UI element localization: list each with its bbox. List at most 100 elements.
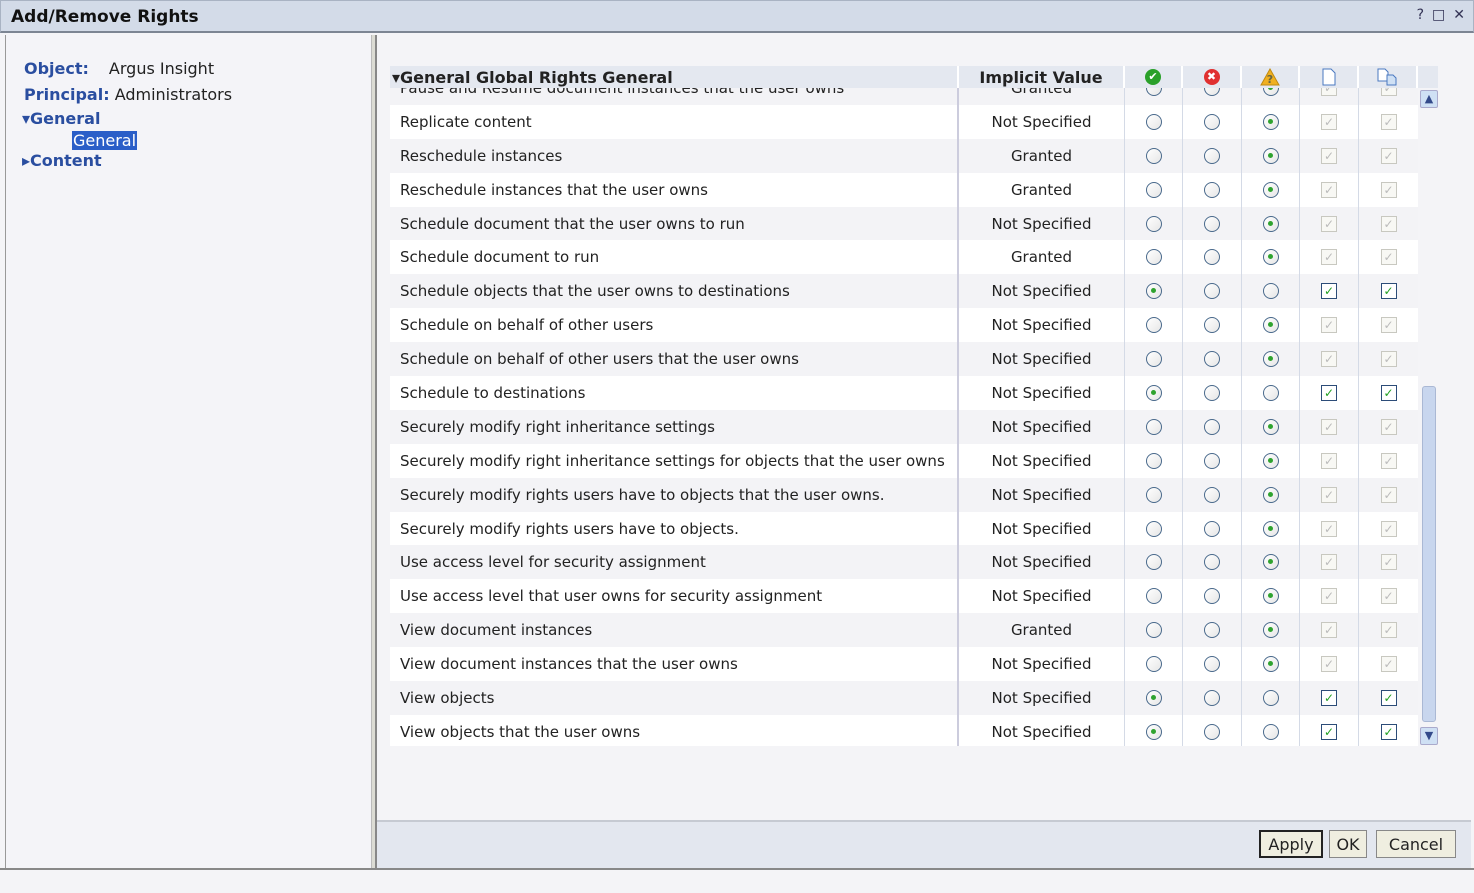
granted-radio[interactable] <box>1145 215 1162 232</box>
granted-radio[interactable] <box>1145 520 1162 537</box>
denied-radio[interactable] <box>1204 283 1220 300</box>
granted-radio[interactable] <box>1145 249 1162 266</box>
denied-radio[interactable] <box>1204 317 1220 334</box>
apply-to-subobjects-checkbox[interactable]: ✓ <box>1380 215 1397 232</box>
apply-to-object-checkbox[interactable]: ✓ <box>1321 622 1337 639</box>
not-specified-radio[interactable] <box>1262 452 1279 469</box>
tree-item-general-child[interactable]: General <box>72 131 138 150</box>
not-specified-radio[interactable] <box>1262 283 1279 300</box>
apply-to-object-checkbox[interactable]: ✓ <box>1321 689 1337 706</box>
apply-to-object-checkbox[interactable]: ✓ <box>1321 520 1337 537</box>
denied-radio[interactable] <box>1204 384 1220 401</box>
granted-radio[interactable] <box>1145 283 1162 300</box>
tree-item-content[interactable]: ▸Content <box>22 151 102 170</box>
apply-to-object-checkbox[interactable]: ✓ <box>1321 554 1337 571</box>
apply-to-object-checkbox[interactable]: ✓ <box>1321 249 1337 266</box>
granted-radio[interactable] <box>1145 656 1162 673</box>
section-title[interactable]: ▾General Global Rights General <box>390 66 959 88</box>
apply-to-subobjects-checkbox[interactable]: ✓ <box>1380 418 1397 435</box>
apply-to-subobjects-checkbox[interactable]: ✓ <box>1380 656 1397 673</box>
apply-to-object-checkbox[interactable]: ✓ <box>1321 418 1337 435</box>
not-specified-radio[interactable] <box>1262 656 1279 673</box>
granted-radio[interactable] <box>1145 147 1162 164</box>
apply-to-subobjects-checkbox[interactable]: ✓ <box>1380 588 1397 605</box>
apply-to-object-checkbox[interactable]: ✓ <box>1321 88 1337 96</box>
not-specified-radio[interactable] <box>1262 317 1279 334</box>
denied-radio[interactable] <box>1204 486 1220 503</box>
apply-to-object-checkbox[interactable]: ✓ <box>1321 384 1337 401</box>
apply-to-object-checkbox[interactable]: ✓ <box>1321 317 1337 334</box>
maximize-icon[interactable]: □ <box>1432 7 1445 23</box>
scroll-up-button[interactable]: ▲ <box>1420 90 1438 108</box>
apply-to-subobjects-checkbox[interactable]: ✓ <box>1380 249 1397 266</box>
apply-to-object-checkbox[interactable]: ✓ <box>1321 181 1337 198</box>
apply-to-subobjects-checkbox[interactable]: ✓ <box>1380 486 1397 503</box>
not-specified-radio[interactable] <box>1262 622 1279 639</box>
not-specified-radio[interactable] <box>1262 554 1279 571</box>
apply-to-subobjects-checkbox[interactable]: ✓ <box>1380 113 1397 130</box>
not-specified-radio[interactable] <box>1262 113 1279 130</box>
granted-radio[interactable] <box>1145 486 1162 503</box>
denied-radio[interactable] <box>1204 452 1220 469</box>
apply-to-subobjects-checkbox[interactable]: ✓ <box>1380 283 1397 300</box>
ok-button[interactable]: OK <box>1329 830 1367 858</box>
granted-radio[interactable] <box>1145 554 1162 571</box>
granted-radio[interactable] <box>1145 384 1162 401</box>
denied-radio[interactable] <box>1204 147 1220 164</box>
granted-radio[interactable] <box>1145 588 1162 605</box>
close-icon[interactable]: ✕ <box>1453 7 1465 23</box>
apply-to-object-checkbox[interactable]: ✓ <box>1321 283 1337 300</box>
apply-to-subobjects-checkbox[interactable]: ✓ <box>1380 88 1397 96</box>
denied-radio[interactable] <box>1204 520 1220 537</box>
cancel-button[interactable]: Cancel <box>1376 830 1456 858</box>
not-specified-radio[interactable] <box>1262 215 1279 232</box>
not-specified-radio[interactable] <box>1262 181 1279 198</box>
apply-to-object-checkbox[interactable]: ✓ <box>1321 452 1337 469</box>
granted-radio[interactable] <box>1145 113 1162 130</box>
denied-radio[interactable] <box>1204 249 1220 266</box>
apply-to-subobjects-checkbox[interactable]: ✓ <box>1380 723 1397 740</box>
scroll-down-button[interactable]: ▼ <box>1420 727 1438 745</box>
denied-radio[interactable] <box>1204 113 1220 130</box>
not-specified-radio[interactable] <box>1262 384 1279 401</box>
apply-to-subobjects-checkbox[interactable]: ✓ <box>1380 351 1397 368</box>
scroll-thumb[interactable] <box>1422 386 1436 722</box>
apply-to-object-checkbox[interactable]: ✓ <box>1321 723 1337 740</box>
denied-radio[interactable] <box>1204 656 1220 673</box>
apply-to-subobjects-checkbox[interactable]: ✓ <box>1380 452 1397 469</box>
denied-radio[interactable] <box>1204 88 1220 96</box>
apply-to-subobjects-checkbox[interactable]: ✓ <box>1380 689 1397 706</box>
denied-radio[interactable] <box>1204 418 1220 435</box>
apply-button[interactable]: Apply <box>1259 830 1323 858</box>
not-specified-radio[interactable] <box>1262 486 1279 503</box>
granted-radio[interactable] <box>1145 351 1162 368</box>
apply-to-object-checkbox[interactable]: ✓ <box>1321 588 1337 605</box>
apply-to-subobjects-checkbox[interactable]: ✓ <box>1380 147 1397 164</box>
apply-to-object-checkbox[interactable]: ✓ <box>1321 215 1337 232</box>
not-specified-radio[interactable] <box>1262 351 1279 368</box>
denied-radio[interactable] <box>1204 723 1220 740</box>
not-specified-radio[interactable] <box>1262 723 1279 740</box>
denied-radio[interactable] <box>1204 351 1220 368</box>
not-specified-radio[interactable] <box>1262 88 1279 96</box>
denied-radio[interactable] <box>1204 689 1220 706</box>
denied-radio[interactable] <box>1204 588 1220 605</box>
not-specified-radio[interactable] <box>1262 147 1279 164</box>
granted-radio[interactable] <box>1145 317 1162 334</box>
denied-radio[interactable] <box>1204 554 1220 571</box>
not-specified-radio[interactable] <box>1262 588 1279 605</box>
apply-to-subobjects-checkbox[interactable]: ✓ <box>1380 384 1397 401</box>
apply-to-object-checkbox[interactable]: ✓ <box>1321 351 1337 368</box>
not-specified-radio[interactable] <box>1262 520 1279 537</box>
tree-item-general[interactable]: ▾General <box>22 109 100 128</box>
denied-radio[interactable] <box>1204 622 1220 639</box>
denied-radio[interactable] <box>1204 215 1220 232</box>
apply-to-subobjects-checkbox[interactable]: ✓ <box>1380 181 1397 198</box>
granted-radio[interactable] <box>1145 622 1162 639</box>
denied-radio[interactable] <box>1204 181 1220 198</box>
granted-radio[interactable] <box>1145 88 1162 96</box>
apply-to-object-checkbox[interactable]: ✓ <box>1321 656 1337 673</box>
apply-to-object-checkbox[interactable]: ✓ <box>1321 486 1337 503</box>
help-icon[interactable]: ? <box>1417 7 1424 23</box>
granted-radio[interactable] <box>1145 181 1162 198</box>
